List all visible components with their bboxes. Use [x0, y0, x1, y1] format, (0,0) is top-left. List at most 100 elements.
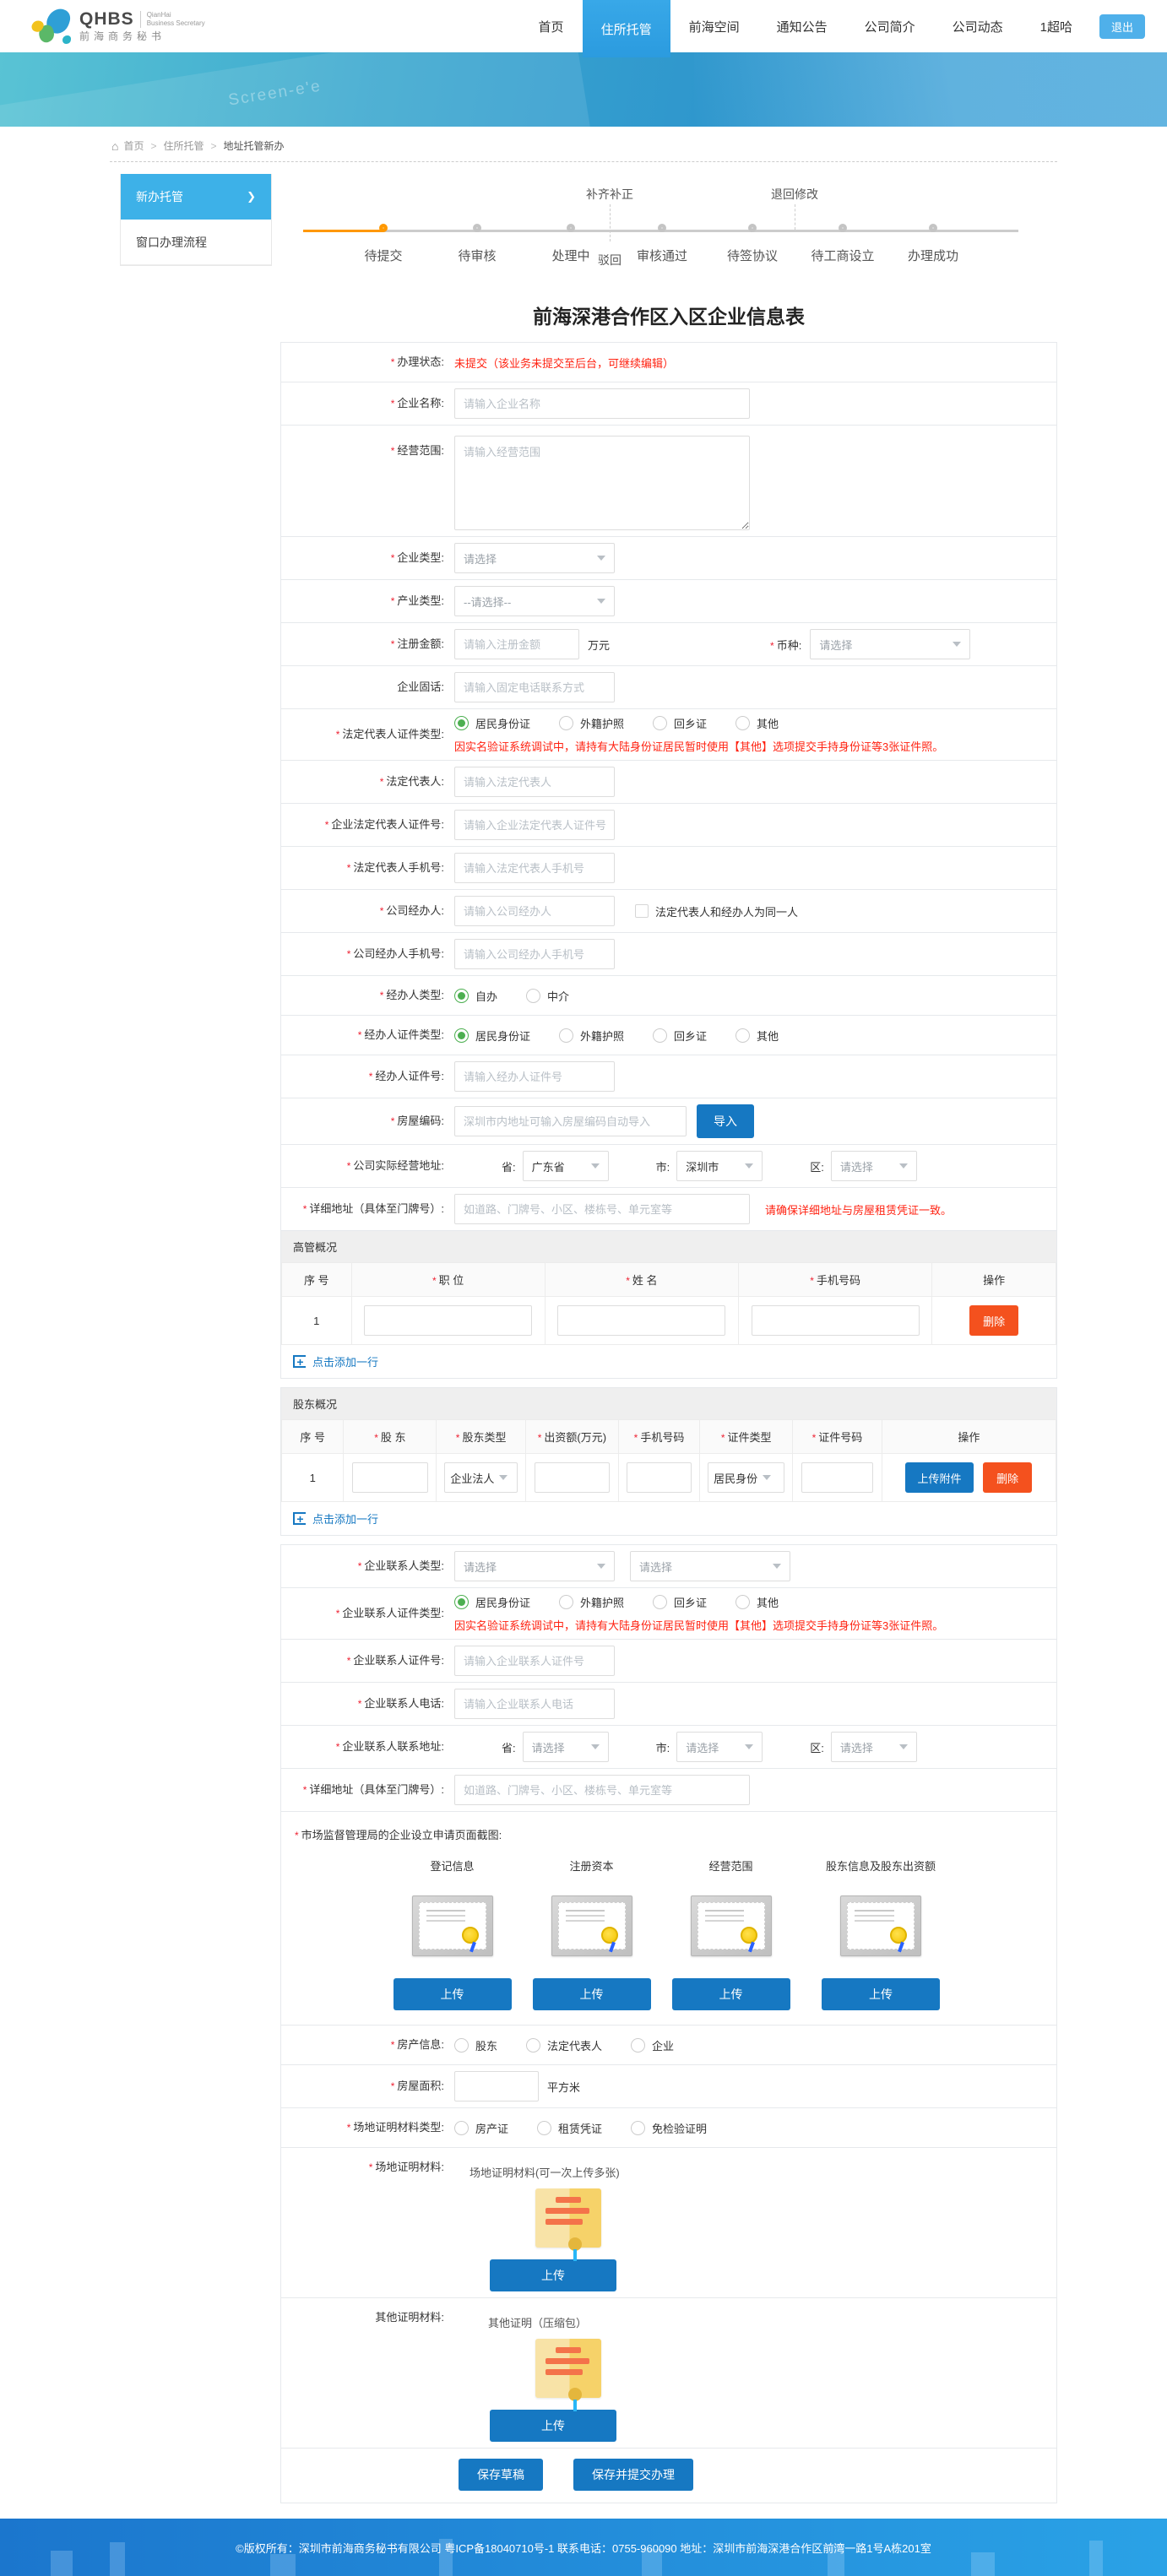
legal-cert-no-input[interactable] [454, 810, 615, 840]
detail-address-input[interactable] [454, 1194, 750, 1224]
save-draft-button[interactable]: 保存草稿 [459, 2459, 543, 2491]
district-select[interactable]: 请选择 [831, 1151, 917, 1181]
breadcrumb-level1[interactable]: 住所托管 [164, 138, 204, 153]
contact-type-select-1[interactable]: 请选择 [454, 1551, 615, 1581]
house-code-label: 房屋编码: [397, 1114, 444, 1127]
save-and-submit-button[interactable]: 保存并提交办理 [573, 2459, 693, 2491]
nav-qianhai-space[interactable]: 前海空间 [670, 0, 758, 52]
upload-button[interactable]: 上传 [490, 2259, 616, 2291]
executive-mobile-input[interactable] [752, 1305, 920, 1336]
agent-mobile-input[interactable] [454, 939, 615, 969]
shareholder-type-select[interactable]: 企业法人 [444, 1462, 517, 1493]
house-code-input[interactable] [454, 1106, 687, 1136]
reg-amount-input[interactable] [454, 629, 579, 659]
executive-position-input[interactable] [364, 1305, 532, 1336]
shareholder-cert-type-select[interactable]: 居民身份 [708, 1462, 784, 1493]
agent-cert-no-input[interactable] [454, 1061, 615, 1092]
step-label: 待工商设立 [811, 247, 874, 264]
radio-inspection-free-cert[interactable]: 免检验证明 [631, 2120, 707, 2136]
add-executive-row-link[interactable]: + 点击添加一行 [281, 1345, 1056, 1378]
legal-mobile-input[interactable] [454, 853, 615, 883]
currency-select[interactable]: 请选择 [810, 629, 970, 659]
city-select[interactable]: 请选择 [676, 1732, 763, 1762]
sidebar-item-new-hosting[interactable]: 新办托管 ❯ [121, 174, 271, 220]
radio-home-return-permit[interactable]: 回乡证 [653, 1028, 707, 1044]
landline-input[interactable] [454, 672, 615, 702]
radio-legal-representative[interactable]: 法定代表人 [526, 2037, 602, 2053]
upload-button[interactable]: 上传 [533, 1978, 651, 2010]
executive-name-input[interactable] [557, 1305, 725, 1336]
radio-icon [526, 989, 540, 1003]
radio-foreign-passport[interactable]: 外籍护照 [559, 1028, 624, 1044]
radio-enterprise[interactable]: 企业 [631, 2037, 674, 2053]
stepper-dashed-line [610, 204, 611, 241]
nav-residence-hosting[interactable]: 住所托管 [583, 0, 670, 57]
radio-home-return-permit[interactable]: 回乡证 [653, 1594, 707, 1610]
radio-foreign-passport[interactable]: 外籍护照 [559, 715, 624, 731]
same-person-checkbox[interactable] [635, 904, 649, 918]
step-label: 待提交 [364, 247, 402, 264]
upload-button[interactable]: 上传 [490, 2410, 616, 2442]
property-info-label: 房产信息: [397, 2038, 444, 2051]
nav-home[interactable]: 首页 [520, 0, 583, 52]
house-area-unit: 平方米 [547, 2079, 580, 2095]
upload-attachment-button[interactable]: 上传附件 [905, 1462, 973, 1493]
shareholder-cert-no-input[interactable] [801, 1462, 873, 1493]
house-area-input[interactable] [454, 2071, 539, 2101]
legal-name-input[interactable] [454, 767, 615, 797]
province-select[interactable]: 广东省 [523, 1151, 609, 1181]
col-index: 序 号 [282, 1263, 352, 1297]
radio-icon [454, 989, 469, 1003]
import-button[interactable]: 导入 [697, 1104, 754, 1138]
province-select[interactable]: 请选择 [523, 1732, 609, 1762]
radio-shareholder[interactable]: 股东 [454, 2037, 497, 2053]
radio-foreign-passport[interactable]: 外籍护照 [559, 1594, 624, 1610]
radio-self-handle[interactable]: 自办 [454, 988, 497, 1004]
radio-other[interactable]: 其他 [735, 1028, 779, 1044]
radio-other[interactable]: 其他 [735, 715, 779, 731]
upload-button[interactable]: 上传 [822, 1978, 940, 2010]
radio-other[interactable]: 其他 [735, 1594, 779, 1610]
delete-row-button[interactable]: 删除 [969, 1305, 1018, 1336]
industry-type-select[interactable]: --请选择-- [454, 586, 615, 616]
district-select[interactable]: 请选择 [831, 1732, 917, 1762]
status-label: 办理状态: [397, 355, 444, 368]
delete-row-button[interactable]: 删除 [983, 1462, 1032, 1493]
company-type-select[interactable]: 请选择 [454, 543, 615, 573]
shareholder-mobile-input[interactable] [627, 1462, 692, 1493]
row-contact-cert-no: *企业联系人证件号: [280, 1639, 1057, 1683]
city-select[interactable]: 深圳市 [676, 1151, 763, 1181]
row-company-name: *企业名称: [280, 382, 1057, 426]
company-name-input[interactable] [454, 388, 750, 419]
home-icon: ⌂ [111, 139, 118, 153]
contact-phone-input[interactable] [454, 1689, 615, 1719]
radio-lease-voucher[interactable]: 租赁凭证 [537, 2120, 602, 2136]
radio-intermediary[interactable]: 中介 [526, 988, 569, 1004]
radio-resident-id[interactable]: 居民身份证 [454, 1594, 530, 1610]
logout-button[interactable]: 退出 [1099, 14, 1145, 39]
shareholder-name-input[interactable] [352, 1462, 427, 1493]
nav-company-profile[interactable]: 公司简介 [846, 0, 934, 52]
sidebar-item-window-process[interactable]: 窗口办理流程 [121, 220, 271, 265]
contact-cert-no-input[interactable] [454, 1646, 615, 1676]
stepper-annotation-return: 退回修改 [771, 186, 818, 203]
add-shareholder-row-link[interactable]: + 点击添加一行 [281, 1502, 1056, 1535]
radio-property-cert[interactable]: 房产证 [454, 2120, 508, 2136]
nav-notices[interactable]: 通知公告 [758, 0, 846, 52]
breadcrumb-home[interactable]: 首页 [123, 138, 144, 153]
nav-company-news[interactable]: 公司动态 [934, 0, 1022, 52]
contact-type-select-2[interactable]: 请选择 [630, 1551, 790, 1581]
nav-username[interactable]: 1超哈 [1022, 0, 1091, 52]
radio-resident-id[interactable]: 居民身份证 [454, 715, 530, 731]
shareholder-amount-input[interactable] [535, 1462, 610, 1493]
agent-name-input[interactable] [454, 896, 615, 926]
copyright-text: ©版权所有：深圳市前海商务秘书有限公司 粤ICP备18040710号-1 联系电… [236, 2540, 931, 2556]
upload-button[interactable]: 上传 [394, 1978, 512, 2010]
agent-cert-no-label: 经办人证件号: [375, 1070, 444, 1082]
col-shareholder-type: *股东类型 [437, 1420, 525, 1454]
upload-button[interactable]: 上传 [672, 1978, 790, 2010]
business-scope-textarea[interactable] [454, 436, 750, 530]
radio-resident-id[interactable]: 居民身份证 [454, 1028, 530, 1044]
contact-detail-address-input[interactable] [454, 1775, 750, 1805]
radio-home-return-permit[interactable]: 回乡证 [653, 715, 707, 731]
